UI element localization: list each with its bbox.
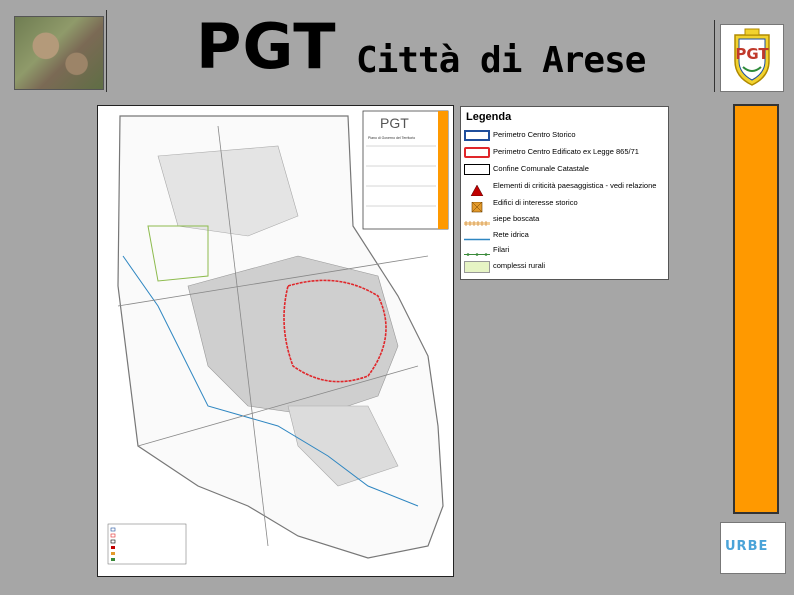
warning-triangle-icon xyxy=(464,181,490,197)
urbe-logo: URBE xyxy=(720,522,786,574)
legend-item-rete-idrica: Rete idrica xyxy=(464,229,666,243)
legend-item-label: Perimetro Centro Storico xyxy=(493,130,576,139)
legend-item-label: Perimetro Centro Edificato ex Legge 865/… xyxy=(493,147,639,156)
legend-panel: Legenda Perimetro Centro Storico Perimet… xyxy=(460,106,669,280)
legend-item-siepe-boscata: siepe boscata xyxy=(464,213,666,227)
legend-item-edifici-interesse-storico: Edifici di interesse storico xyxy=(464,197,666,213)
legend-item-label: siepe boscata xyxy=(493,214,540,223)
page-title-pgt: PGT xyxy=(196,10,337,83)
map-drawing: PGT Piano di Governo del Territorio xyxy=(107,110,449,565)
legend-item-label: complessi rurali xyxy=(493,261,546,270)
map-title-block-heading: PGT xyxy=(380,115,409,131)
page-title-city: Città di Arese xyxy=(356,40,646,81)
crest-icon: PGT xyxy=(734,28,770,86)
legend-item-label: Elementi di criticità paesaggistica - ve… xyxy=(493,181,657,190)
legend-item-perimetro-centro-storico: Perimetro Centro Storico xyxy=(464,129,666,143)
legend-item-label: Rete idrica xyxy=(493,230,529,239)
blue-line-icon xyxy=(464,230,490,241)
header-divider-left xyxy=(106,10,107,92)
svg-text:PGT: PGT xyxy=(735,45,769,63)
legend-item-label: Edifici di interesse storico xyxy=(493,198,578,207)
legend-symbol-black-outline-rect xyxy=(464,164,490,175)
legend-title: Legenda xyxy=(466,111,512,123)
legend-item-complessi-rurali: complessi rurali xyxy=(464,260,666,274)
legend-item-label: Filari xyxy=(493,245,510,254)
orange-side-panel xyxy=(733,104,779,514)
legend-symbol-light-green-rect xyxy=(464,261,490,273)
green-dotted-line-icon xyxy=(464,245,490,256)
orange-square-icon xyxy=(464,198,490,213)
legend-item-elementi-criticita: Elementi di criticità paesaggistica - ve… xyxy=(464,180,666,197)
logo-text: URBE xyxy=(725,539,769,554)
legend-item-perimetro-centro-edificato: Perimetro Centro Edificato ex Legge 865/… xyxy=(464,146,666,160)
municipal-crest: PGT xyxy=(720,24,784,92)
legend-item-confine-comunale: Confine Comunale Catastale xyxy=(464,163,666,177)
legend-symbol-red-outline-rect xyxy=(464,147,490,158)
legend-item-filari: Filari xyxy=(464,244,666,258)
header-divider-right xyxy=(714,20,715,92)
map-title-block-row: Piano di Governo del Territorio xyxy=(368,136,415,140)
hatched-line-icon xyxy=(464,214,490,226)
legend-item-label: Confine Comunale Catastale xyxy=(493,164,589,173)
legend-symbol-blue-outline-rect xyxy=(464,130,490,141)
territory-map: PGT Piano di Governo del Territorio xyxy=(97,105,454,577)
aerial-photo-thumbnail xyxy=(14,16,104,90)
